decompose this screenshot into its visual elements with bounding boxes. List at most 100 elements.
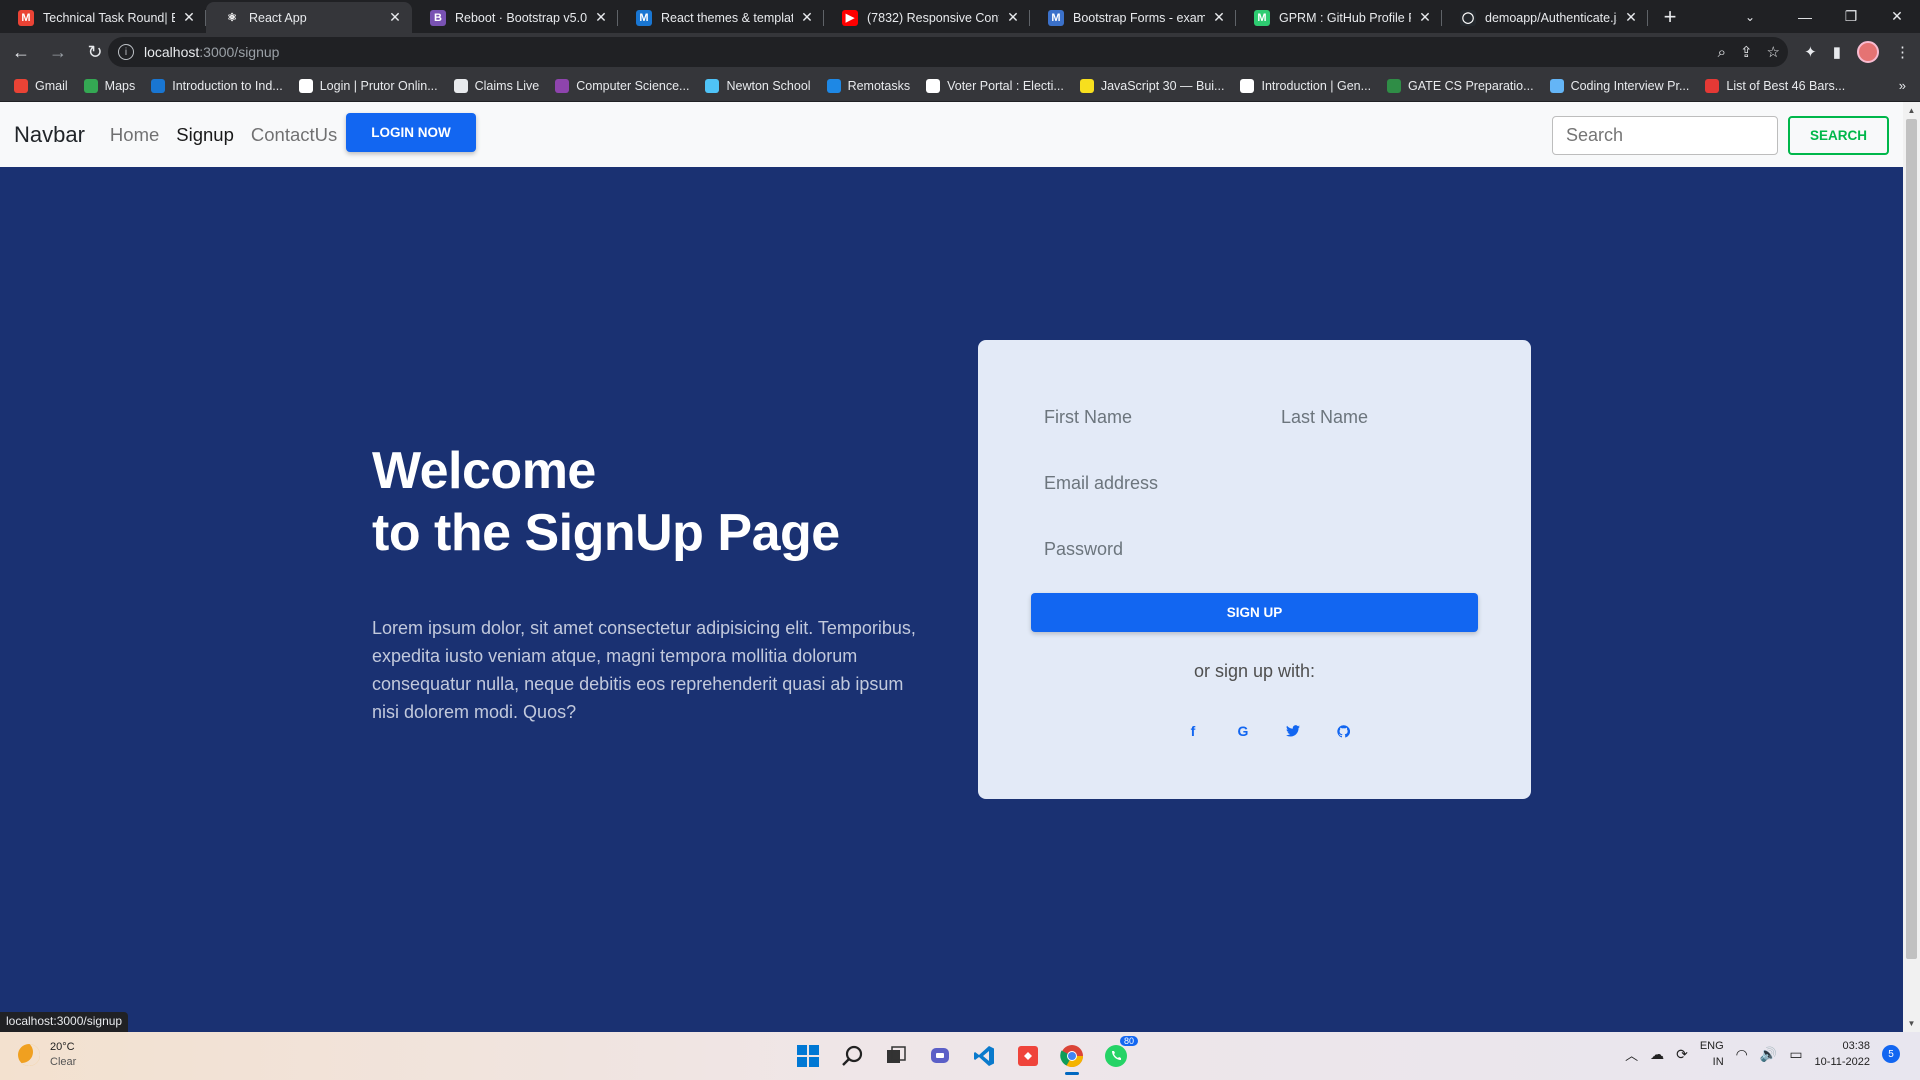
bookmark-item[interactable]: Computer Science...	[555, 79, 689, 93]
bookmark-item[interactable]: Introduction | Gen...	[1240, 79, 1371, 93]
clock-date: 10-11-2022	[1814, 1056, 1870, 1068]
new-tab-button[interactable]: +	[1656, 3, 1684, 31]
sync-icon[interactable]: ⟳	[1676, 1046, 1688, 1063]
nav-link-contactus[interactable]: ContactUs	[251, 124, 337, 146]
login-now-button[interactable]: LOGIN NOW	[346, 112, 476, 152]
taskbar-apps: 80	[792, 1036, 1138, 1075]
task-view-icon[interactable]	[880, 1040, 912, 1072]
site-info-icon[interactable]: i	[118, 44, 134, 60]
back-button[interactable]: ←	[5, 36, 37, 68]
bookmark-favicon-icon	[826, 79, 841, 93]
search-button[interactable]: SEARCH	[1788, 116, 1889, 155]
bookmark-item[interactable]: GATE CS Preparatio...	[1387, 79, 1534, 93]
moon-icon	[18, 1044, 40, 1066]
volume-icon[interactable]: 🔊	[1760, 1046, 1777, 1063]
email-input[interactable]	[1044, 464, 1481, 504]
chevron-up-icon[interactable]: ︿	[1625, 1045, 1638, 1064]
browser-tab[interactable]: ▶ (7832) Responsive Contact ✕	[824, 2, 1030, 33]
github-icon[interactable]	[1326, 714, 1360, 748]
scroll-up-arrow-icon[interactable]: ▲	[1903, 102, 1920, 119]
bookmark-favicon-icon	[555, 79, 570, 93]
tab-search-icon[interactable]: ⌄	[1732, 0, 1768, 33]
tab-close-icon[interactable]: ✕	[387, 9, 403, 26]
address-bar[interactable]: i localhost :3000/signup ⌕ ⇪ ☆	[108, 37, 1788, 67]
scrollbar-thumb[interactable]	[1906, 119, 1917, 959]
tab-favicon-icon: ▶	[842, 9, 858, 26]
page-content: Navbar Home Signup ContactUs LOGIN NOW S…	[0, 102, 1903, 1032]
zoom-icon[interactable]: ⌕	[1718, 44, 1726, 61]
tab-title: Reboot · Bootstrap v5.0	[455, 10, 587, 25]
page-scrollbar[interactable]: ▲ ▼	[1903, 102, 1920, 1032]
whatsapp-icon[interactable]: 80	[1100, 1036, 1138, 1072]
search-icon[interactable]	[836, 1040, 868, 1072]
tab-close-icon[interactable]: ✕	[799, 9, 815, 26]
bookmark-label: GATE CS Preparatio...	[1408, 79, 1534, 93]
tab-close-icon[interactable]: ✕	[593, 9, 609, 26]
extensions-icon[interactable]: ✦	[1804, 43, 1817, 61]
wifi-icon[interactable]: ◠	[1736, 1046, 1748, 1063]
anydesk-icon[interactable]	[1012, 1040, 1044, 1072]
browser-tab[interactable]: M GPRM : GitHub Profile Rea ✕	[1236, 2, 1442, 33]
bookmark-item[interactable]: Login | Prutor Onlin...	[298, 79, 438, 93]
share-icon[interactable]: ⇪	[1740, 43, 1753, 61]
bookmark-item[interactable]: Claims Live	[453, 79, 539, 93]
tab-close-icon[interactable]: ✕	[1623, 9, 1639, 26]
system-tray: ︿ ☁ ⟳ ENG IN ◠ 🔊 ▭ 03:38 10-11-2022 5	[1625, 1038, 1900, 1070]
bookmark-star-icon[interactable]: ☆	[1767, 43, 1780, 61]
restore-button[interactable]: ❐	[1828, 0, 1874, 33]
browser-tab[interactable]: M React themes & templates ✕	[618, 2, 824, 33]
sign-up-button[interactable]: SIGN UP	[1031, 593, 1478, 632]
bookmark-item[interactable]: List of Best 46 Bars...	[1705, 79, 1845, 93]
windows-start-icon[interactable]	[792, 1040, 824, 1072]
bookmark-item[interactable]: JavaScript 30 — Bui...	[1079, 79, 1224, 93]
language-indicator[interactable]: ENG IN	[1700, 1038, 1724, 1070]
browser-tab[interactable]: ◯ demoapp/Authenticate.js ✕	[1442, 2, 1648, 33]
bookmark-item[interactable]: Maps	[83, 79, 135, 93]
vscode-icon[interactable]	[968, 1040, 1000, 1072]
browser-tab[interactable]: B Reboot · Bootstrap v5.0 ✕	[412, 2, 618, 33]
teams-chat-icon[interactable]	[924, 1040, 956, 1072]
notification-badge[interactable]: 5	[1882, 1045, 1900, 1063]
bookmarks-overflow-icon[interactable]: »	[1899, 78, 1906, 93]
close-window-button[interactable]: ✕	[1874, 0, 1920, 33]
bookmark-item[interactable]: Coding Interview Pr...	[1549, 79, 1689, 93]
browser-tab[interactable]: M Bootstrap Forms - example ✕	[1030, 2, 1236, 33]
side-panel-icon[interactable]: ▮	[1833, 43, 1841, 61]
nav-link-home[interactable]: Home	[110, 124, 159, 146]
facebook-icon[interactable]: f	[1176, 714, 1210, 748]
navbar-brand[interactable]: Navbar	[14, 122, 85, 148]
hero-title-line-1: Welcome	[372, 442, 596, 500]
battery-icon[interactable]: ▭	[1789, 1046, 1802, 1063]
twitter-icon[interactable]	[1276, 714, 1310, 748]
weather-widget[interactable]: 20°C Clear	[18, 1040, 76, 1070]
search-input[interactable]	[1552, 116, 1778, 155]
tab-close-icon[interactable]: ✕	[1417, 9, 1433, 26]
bookmark-favicon-icon	[298, 79, 313, 93]
last-name-input[interactable]	[1281, 398, 1481, 438]
reload-button[interactable]: ↻	[79, 36, 111, 68]
bookmark-item[interactable]: Gmail	[14, 79, 68, 93]
clock[interactable]: 03:38 10-11-2022	[1815, 1038, 1870, 1070]
chrome-icon[interactable]	[1056, 1040, 1088, 1075]
bookmark-item[interactable]: Voter Portal : Electi...	[926, 79, 1064, 93]
weather-temperature: 20°C	[50, 1041, 75, 1053]
bookmark-item[interactable]: Remotasks	[826, 79, 910, 93]
scroll-down-arrow-icon[interactable]: ▼	[1903, 1015, 1920, 1032]
bookmark-item[interactable]: Introduction to Ind...	[151, 79, 283, 93]
bookmark-favicon-icon	[1705, 79, 1720, 93]
tab-close-icon[interactable]: ✕	[181, 9, 197, 26]
password-input[interactable]	[1044, 530, 1481, 570]
nav-link-signup[interactable]: Signup	[176, 124, 234, 146]
first-name-input[interactable]	[1044, 398, 1254, 438]
browser-tab[interactable]: ⚛ React App ✕	[206, 2, 412, 33]
menu-icon[interactable]: ⋮	[1895, 43, 1910, 61]
browser-tab[interactable]: M Technical Task Round| BBD ✕	[0, 2, 206, 33]
onedrive-icon[interactable]: ☁	[1650, 1046, 1664, 1063]
profile-avatar[interactable]	[1857, 41, 1879, 63]
google-icon[interactable]: G	[1226, 714, 1260, 748]
minimize-button[interactable]: —	[1782, 0, 1828, 33]
bookmark-item[interactable]: Newton School	[705, 79, 811, 93]
forward-button[interactable]: →	[42, 36, 74, 68]
tab-close-icon[interactable]: ✕	[1211, 9, 1227, 26]
tab-close-icon[interactable]: ✕	[1005, 9, 1021, 26]
